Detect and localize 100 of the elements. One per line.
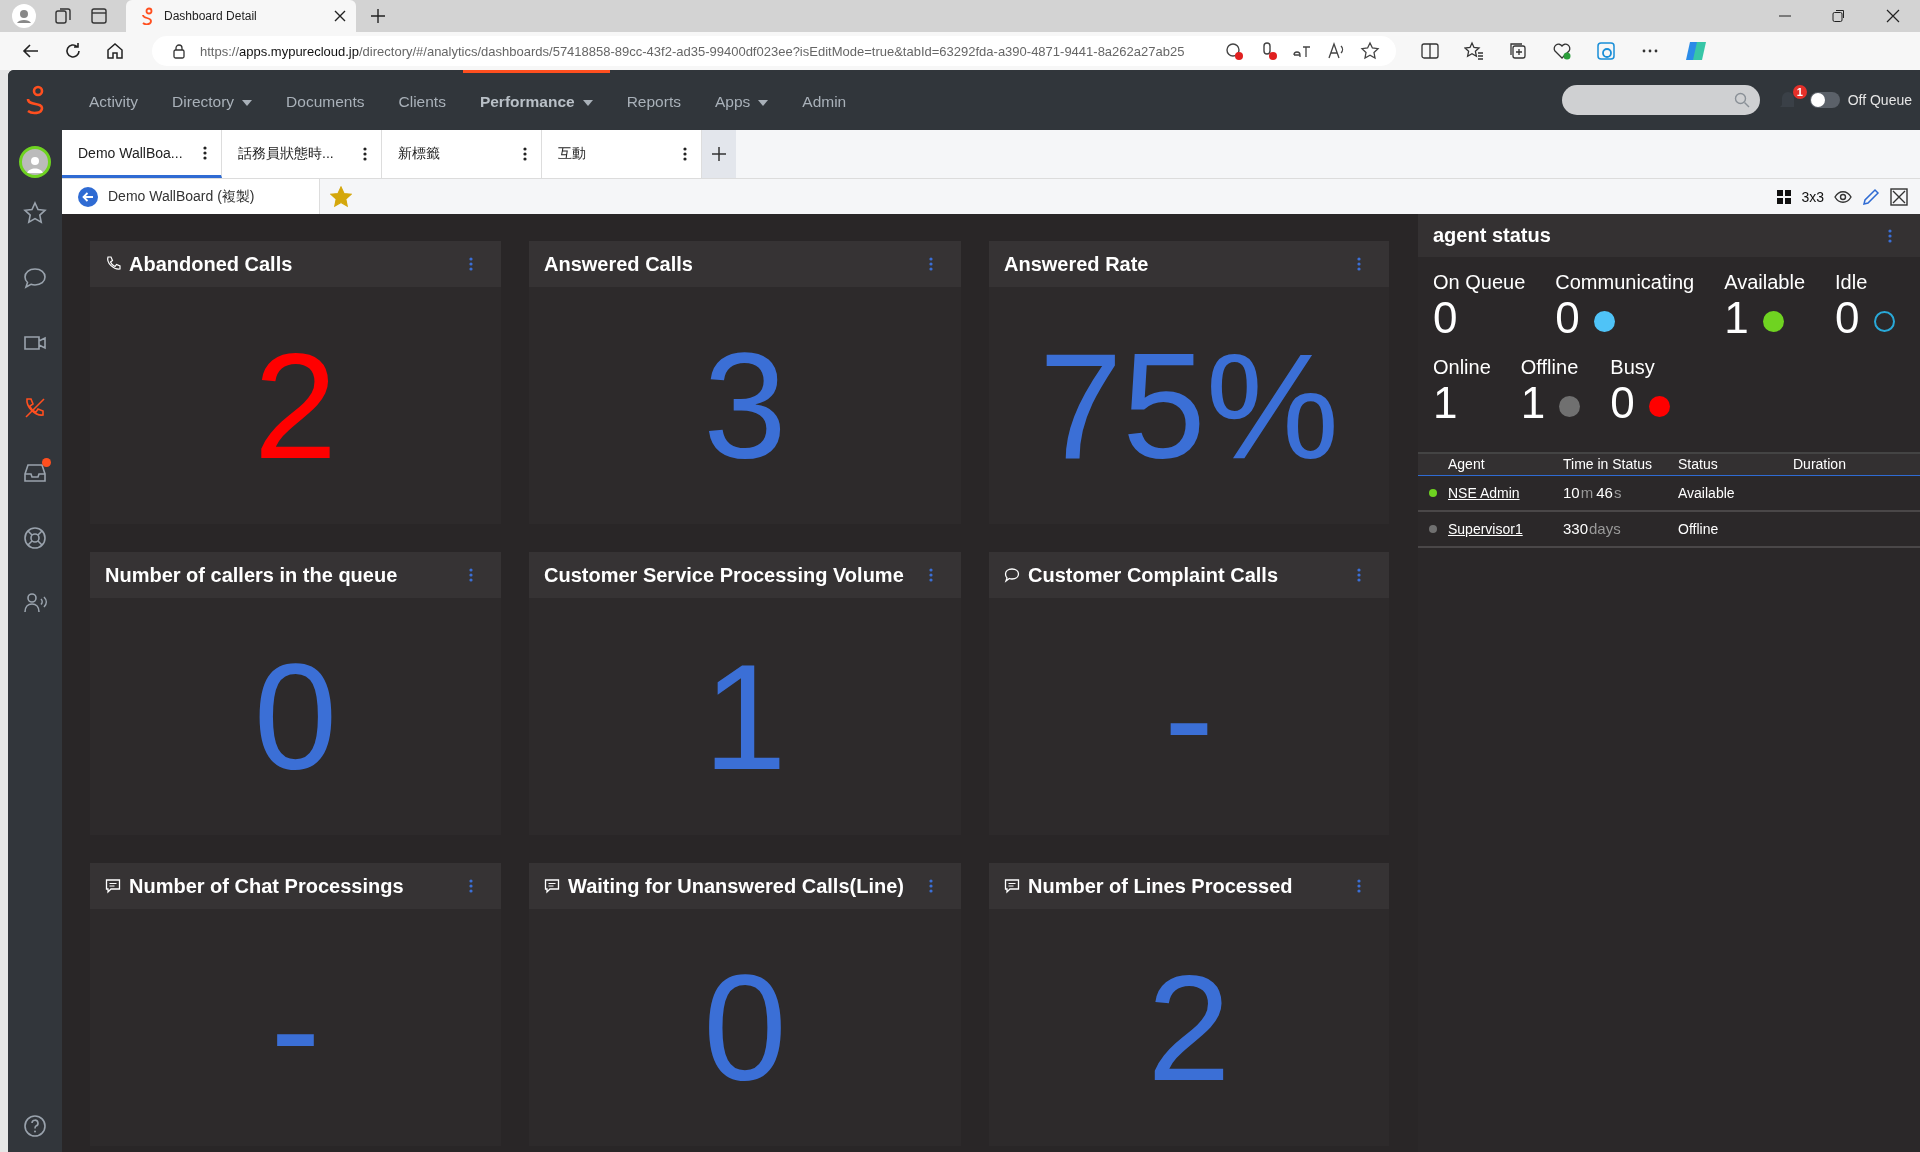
- close-icon[interactable]: [334, 10, 346, 22]
- nav-item[interactable]: Admin: [802, 92, 847, 111]
- stat-label: Online: [1433, 356, 1491, 380]
- avatar[interactable]: [19, 146, 51, 178]
- eye-icon[interactable]: [1834, 189, 1852, 204]
- stat-value: 0: [1433, 294, 1458, 343]
- widget-title: Abandoned Calls: [129, 252, 293, 276]
- message-icon: [105, 878, 121, 894]
- widget-title: Waiting for Unanswered Calls(Line): [568, 874, 904, 898]
- address-bar[interactable]: https://apps.mypurecloud.jp/directory/#/analytics/dashboards/57418858-89cc-43f2-ad35-99400df023ee?isEditMode=true&tabId=63292fda-a390-4871-9441-8a262a27ab25: [152, 36, 1396, 66]
- notification-badge: 1: [1792, 85, 1807, 99]
- star-icon[interactable]: [330, 185, 352, 208]
- layout-label[interactable]: 3x3: [1801, 188, 1824, 205]
- browser-tab[interactable]: Dashboard Detail: [126, 0, 356, 32]
- lifebuoy-icon[interactable]: [22, 525, 48, 551]
- widget-title: agent status: [1433, 224, 1551, 247]
- agent-link[interactable]: NSE Admin: [1448, 484, 1520, 501]
- tracking-blocked-icon[interactable]: [1224, 41, 1244, 61]
- stat-value: 1: [1724, 294, 1749, 343]
- queue-toggle[interactable]: [1809, 92, 1840, 108]
- column-header: Agent: [1448, 456, 1486, 473]
- column-header: Duration: [1793, 456, 1847, 473]
- star-icon[interactable]: [22, 200, 48, 226]
- favorite-star-icon[interactable]: [1360, 41, 1380, 61]
- metric-value: 75%: [1038, 330, 1340, 481]
- metric-value: 0: [703, 952, 787, 1103]
- nav-item[interactable]: Apps: [714, 92, 751, 111]
- dashboard-tab[interactable]: 話務員狀態時...: [222, 130, 382, 178]
- widget-title: Answered Calls: [544, 252, 693, 276]
- restore-icon[interactable]: [1832, 9, 1846, 23]
- stat-value: 0: [1835, 294, 1860, 343]
- dashboard-tab[interactable]: 新標籤: [382, 130, 542, 178]
- stat-label: On Queue: [1433, 271, 1526, 294]
- url-text: https://apps.mypurecloud.jp/directory/#/analytics/dashboards/57418858-89cc-43f2-ad35-99400df023ee?isEditMode=true&tabId=63292fda-a390-4871-9441-8a262a27ab25: [200, 43, 1185, 59]
- close-icon[interactable]: [1886, 9, 1900, 23]
- profile-icon[interactable]: [12, 4, 36, 28]
- metric-value: 0: [253, 641, 338, 792]
- home-icon[interactable]: [106, 42, 124, 60]
- time-in-status: 330days: [1563, 520, 1622, 538]
- stat-label: Communicating: [1555, 271, 1695, 294]
- browser-essentials-icon[interactable]: [1596, 41, 1616, 61]
- copilot-icon[interactable]: [1684, 39, 1708, 63]
- split-screen-icon[interactable]: [1420, 41, 1440, 61]
- add-tab-button[interactable]: [702, 130, 736, 178]
- tab-actions-icon[interactable]: [90, 7, 108, 25]
- nav-item[interactable]: Performance: [479, 92, 575, 111]
- metric-value: 2: [253, 330, 338, 481]
- new-tab-icon[interactable]: [370, 8, 386, 24]
- expand-icon[interactable]: [1890, 187, 1908, 206]
- widget-title: Number of Chat Processings: [129, 874, 404, 898]
- stat-label: Available: [1724, 271, 1806, 294]
- metric-value: 2: [1147, 952, 1231, 1103]
- app-logo-icon[interactable]: [24, 85, 46, 115]
- nav-item[interactable]: Clients: [398, 92, 446, 111]
- pencil-icon[interactable]: [1862, 187, 1880, 206]
- dashboard-title: Demo WallBoard (複製): [108, 187, 255, 206]
- caret-icon[interactable]: [758, 99, 769, 106]
- search-field[interactable]: [1561, 85, 1760, 115]
- refresh-icon[interactable]: [64, 42, 82, 60]
- workspaces-icon[interactable]: [54, 7, 72, 25]
- grid-icon[interactable]: [1777, 189, 1792, 204]
- widget-title: Number of callers in the queue: [105, 563, 398, 587]
- stat-value: 1: [1433, 379, 1458, 428]
- stat-value: 0: [1555, 294, 1580, 343]
- help-icon[interactable]: [23, 1114, 47, 1138]
- metric-value: -: [1164, 641, 1214, 792]
- dashboard-tab[interactable]: Demo WallBoa...: [62, 130, 222, 178]
- stat-value: 0: [1610, 379, 1635, 428]
- widget-title: Customer Service Processing Volume: [544, 563, 904, 587]
- back-icon[interactable]: [22, 42, 40, 60]
- plus-icon: [712, 147, 726, 161]
- nav-item[interactable]: Reports: [626, 92, 681, 111]
- kebab-icon[interactable]: [203, 145, 207, 160]
- caret-icon[interactable]: [582, 99, 593, 106]
- lock-icon: [172, 43, 186, 59]
- kebab-icon[interactable]: [523, 147, 527, 161]
- caret-icon[interactable]: [242, 99, 253, 106]
- stat-label: Busy: [1610, 356, 1656, 380]
- kebab-icon[interactable]: [363, 147, 367, 161]
- table-cell-text: Available: [1678, 484, 1736, 501]
- nav-item[interactable]: Activity: [89, 92, 139, 111]
- column-header: Time in Status: [1563, 456, 1653, 473]
- nav-item[interactable]: Documents: [286, 92, 365, 111]
- chat-icon[interactable]: [22, 265, 48, 291]
- kebab-icon[interactable]: [683, 147, 687, 161]
- metric-value: 1: [703, 641, 787, 792]
- read-aloud-icon[interactable]: [1326, 41, 1346, 61]
- chat-bubble-icon: [1004, 567, 1020, 583]
- favorites-icon[interactable]: [1464, 41, 1484, 61]
- app-logo-icon: [140, 7, 154, 25]
- health-icon[interactable]: [1552, 41, 1572, 61]
- dashboard-tab[interactable]: 互動: [542, 130, 702, 178]
- agent-link[interactable]: Supervisor1: [1448, 520, 1523, 537]
- column-header: Status: [1678, 456, 1719, 473]
- widget-title: Answered Rate: [1004, 252, 1149, 276]
- queue-label: Off Queue: [1847, 92, 1912, 108]
- collections-icon[interactable]: [1508, 41, 1528, 61]
- nav-item[interactable]: Directory: [172, 92, 235, 111]
- stat-label: Idle: [1835, 271, 1869, 294]
- search-icon: [1733, 92, 1750, 108]
